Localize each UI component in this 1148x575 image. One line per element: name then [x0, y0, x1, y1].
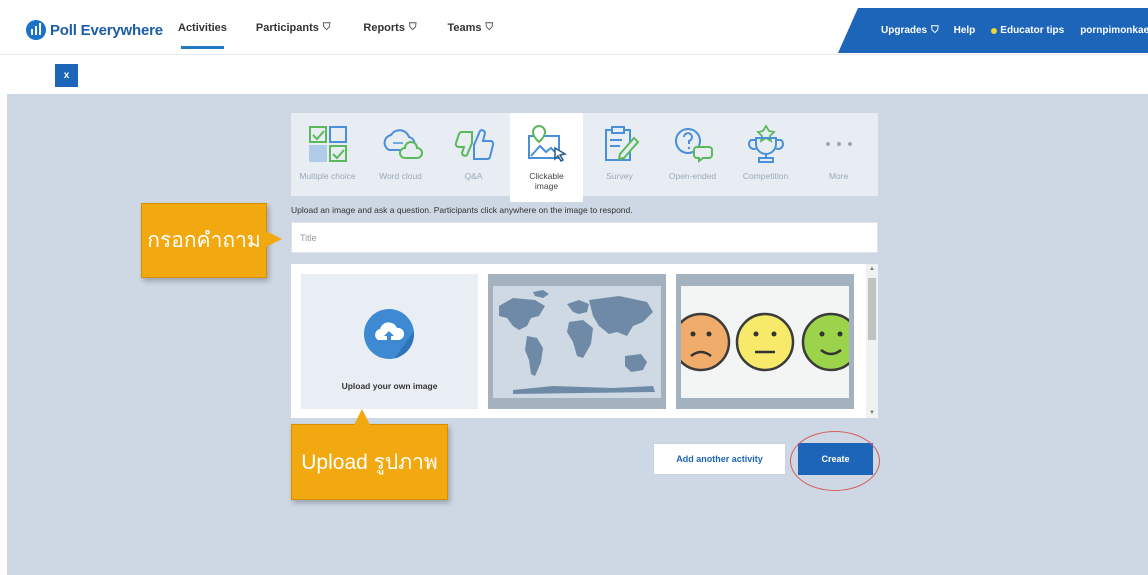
more-icon — [817, 123, 861, 165]
nav-label: Teams — [447, 21, 482, 34]
emoji-faces-template[interactable] — [676, 274, 854, 409]
survey-icon — [598, 123, 642, 165]
tips-dot-icon — [991, 27, 998, 34]
add-another-activity-button[interactable]: Add another activity — [653, 443, 786, 475]
upgrades-menu[interactable]: Upgrades ⛉ — [881, 25, 939, 36]
activity-type-label: Survey — [606, 171, 633, 181]
upload-callout: Upload รูปภาพ — [291, 409, 448, 500]
activity-type-label: More — [828, 171, 849, 181]
nav-item-activities[interactable]: Activities — [178, 0, 227, 55]
poll-everywhere-logo-icon — [26, 20, 46, 40]
activity-type-label: Competition — [742, 171, 789, 181]
diamond-dropdown-icon: ⛉ — [485, 22, 494, 33]
title-input[interactable] — [291, 222, 878, 253]
image-picker: Upload your own image ▲ ▼ — [291, 264, 878, 418]
nav-label: Participants — [255, 21, 319, 34]
nav-label: Activities — [178, 21, 227, 34]
picker-scrollbar[interactable]: ▲ ▼ — [866, 264, 878, 418]
activity-type-multiple-choice[interactable]: Multiple choice — [291, 113, 364, 196]
help-link[interactable]: Help — [954, 25, 976, 36]
app-root: Poll Everywhere Activities Participants … — [0, 0, 1148, 575]
qa-icon — [452, 123, 496, 165]
nav-item-teams[interactable]: Teams ⛉ — [447, 0, 493, 55]
upload-label: Upload your own image — [341, 381, 438, 391]
nav-item-reports[interactable]: Reports ⛉ — [363, 0, 416, 55]
activity-type-label: Clickable image — [529, 171, 564, 191]
upgrades-label: Upgrades — [881, 25, 928, 36]
clickable-image-icon — [525, 123, 569, 165]
competition-icon — [744, 123, 788, 165]
create-button[interactable]: Create — [798, 443, 873, 475]
main-nav: Activities Participants ⛉ Reports ⛉ Team… — [178, 0, 529, 55]
activity-description: Upload an image and ask a question. Part… — [291, 205, 633, 215]
emoji-faces-image — [681, 286, 849, 398]
upload-cloud-icon — [364, 309, 414, 359]
header-account-items: Upgrades ⛉ Help Educator tips pornpimonk… — [881, 8, 1148, 53]
educator-tips-link[interactable]: Educator tips — [991, 25, 1064, 36]
scroll-up-arrow-icon[interactable]: ▲ — [869, 266, 875, 272]
activity-type-competition[interactable]: Competition — [729, 113, 802, 196]
upload-callout-text: Upload รูปภาพ — [301, 450, 438, 474]
world-map-image — [493, 286, 661, 398]
logo[interactable]: Poll Everywhere — [26, 20, 163, 40]
activity-type-label: Multiple choice — [299, 171, 356, 181]
multiple-choice-icon — [306, 123, 350, 165]
activity-type-label: Word cloud — [379, 171, 422, 181]
activity-type-label: Open-ended — [668, 171, 717, 181]
activity-type-open-ended[interactable]: Open-ended — [656, 113, 729, 196]
diamond-dropdown-icon: ⛉ — [408, 22, 417, 33]
scroll-thumb[interactable] — [868, 278, 876, 340]
world-map-template[interactable] — [488, 274, 666, 409]
activity-type-qa[interactable]: Q&A — [437, 113, 510, 196]
title-callout-text: กรอกคำถาม — [147, 229, 261, 252]
word-cloud-icon — [379, 123, 423, 165]
activity-type-label: Q&A — [464, 171, 483, 181]
diamond-dropdown-icon: ⛉ — [931, 25, 939, 36]
close-button[interactable]: x — [55, 64, 78, 87]
activity-type-selector: Multiple choice Word cloud Q&A Clickable… — [291, 113, 878, 202]
open-ended-icon — [671, 123, 715, 165]
title-callout: กรอกคำถาม — [141, 203, 282, 278]
nav-item-participants[interactable]: Participants ⛉ — [256, 0, 330, 55]
logo-text: Poll Everywhere — [50, 21, 163, 39]
activity-type-clickable-image[interactable]: Clickable image — [510, 113, 583, 202]
educator-tips-label: Educator tips — [1000, 25, 1065, 36]
user-menu[interactable]: pornpimonkae192 — [1080, 25, 1148, 36]
activity-type-word-cloud[interactable]: Word cloud — [364, 113, 437, 196]
scroll-down-arrow-icon[interactable]: ▼ — [869, 410, 875, 416]
activity-type-more[interactable]: More — [802, 113, 875, 196]
nav-label: Reports — [363, 21, 405, 34]
upload-image-card[interactable]: Upload your own image — [301, 274, 478, 409]
diamond-dropdown-icon: ⛉ — [322, 22, 331, 33]
activity-type-survey[interactable]: Survey — [583, 113, 656, 196]
